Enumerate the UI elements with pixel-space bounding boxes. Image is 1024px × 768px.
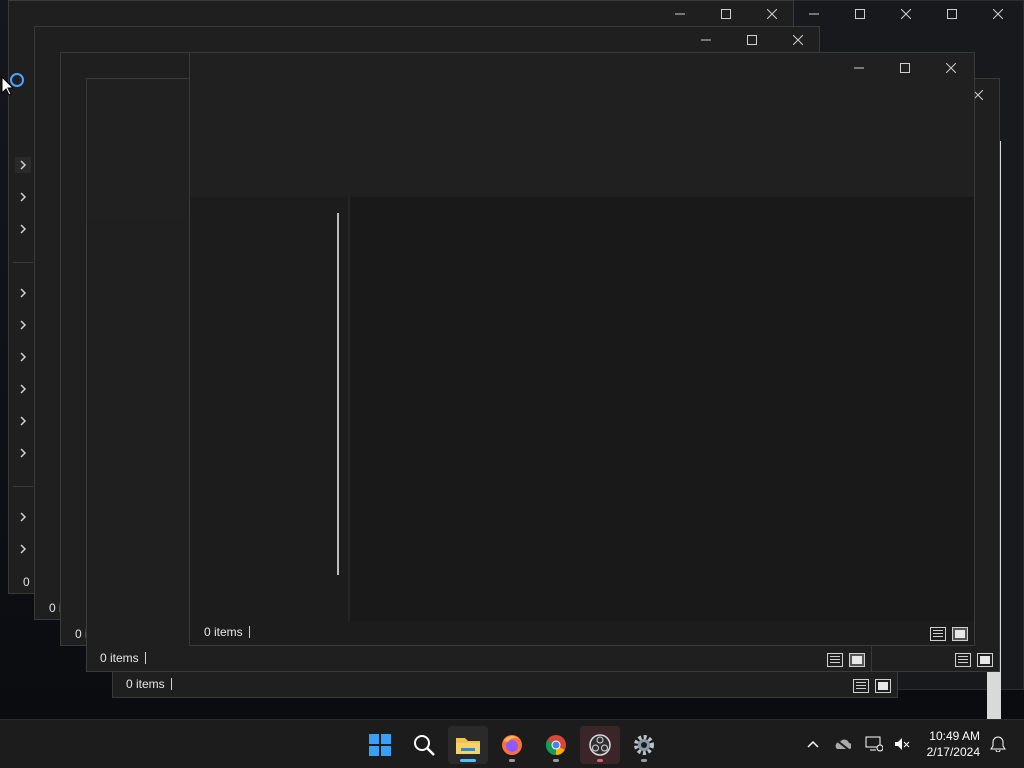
- view-buttons: [827, 653, 865, 667]
- status-bar: 0 items: [190, 619, 974, 645]
- active-indicator: [460, 759, 476, 762]
- large-icons-view-icon[interactable]: [849, 653, 865, 667]
- large-icons-view-icon[interactable]: [952, 627, 968, 641]
- network-icon[interactable]: [858, 736, 890, 752]
- running-indicator: [597, 759, 603, 762]
- chevron-right-icon[interactable]: [15, 381, 31, 397]
- status-item-count: 0 items: [204, 625, 243, 639]
- folder-icon: [456, 738, 480, 754]
- details-view-icon[interactable]: [853, 679, 869, 693]
- chevron-right-icon[interactable]: [15, 317, 31, 333]
- chevron-right-icon[interactable]: [15, 221, 31, 237]
- chevron-right-icon[interactable]: [15, 541, 31, 557]
- status-separator: [248, 626, 250, 638]
- chevron-right-icon[interactable]: [15, 509, 31, 525]
- clock-time: 10:49 AM: [929, 729, 980, 743]
- status-bar: 0 items: [113, 671, 897, 697]
- running-indicator: [641, 759, 647, 762]
- divider: [13, 262, 33, 263]
- clock[interactable]: 10:49 AM 2/17/2024: [927, 728, 980, 760]
- taskbar: 10:49 AM 2/17/2024: [0, 719, 1024, 768]
- running-indicator: [509, 759, 515, 762]
- search-icon: [414, 735, 435, 756]
- chevron-right-icon[interactable]: [15, 349, 31, 365]
- firefox-button[interactable]: [492, 726, 532, 764]
- maximize-button-2[interactable]: [929, 1, 975, 27]
- close-button[interactable]: [749, 1, 795, 27]
- search-button[interactable]: [404, 726, 444, 764]
- window-controls-2: [929, 1, 1021, 27]
- status-item-count: 0 items: [100, 651, 139, 665]
- system-tray: [800, 720, 914, 768]
- chevron-right-icon[interactable]: [15, 189, 31, 205]
- status-item-count: 0 items: [126, 677, 165, 691]
- minimize-button[interactable]: [657, 1, 703, 27]
- gear-icon: [634, 735, 654, 755]
- nav-scrollbar[interactable]: [337, 213, 339, 575]
- content-pane: [350, 197, 974, 621]
- nav-pane: [9, 149, 35, 589]
- divider: [13, 486, 33, 487]
- minimize-button[interactable]: [836, 55, 882, 81]
- status-separator: [170, 678, 172, 690]
- window-controls: [791, 1, 929, 27]
- minimize-button[interactable]: [683, 27, 729, 53]
- start-button[interactable]: [360, 726, 400, 764]
- close-button-2[interactable]: [975, 1, 1021, 27]
- maximize-button[interactable]: [729, 27, 775, 53]
- chevron-up-icon[interactable]: [800, 740, 826, 748]
- obs-studio-button[interactable]: [580, 726, 620, 764]
- settings-button[interactable]: [624, 726, 664, 764]
- close-button[interactable]: [928, 55, 974, 81]
- minimize-button[interactable]: [791, 1, 837, 27]
- details-view-icon[interactable]: [955, 653, 971, 667]
- close-button[interactable]: [775, 27, 821, 53]
- view-buttons: [955, 653, 993, 667]
- chevron-right-icon[interactable]: [15, 157, 31, 173]
- details-view-icon[interactable]: [930, 627, 946, 641]
- window-controls: [683, 27, 821, 53]
- chevron-right-icon[interactable]: [15, 445, 31, 461]
- file-explorer-button[interactable]: [448, 726, 488, 764]
- mouse-cursor-icon: [1, 75, 15, 101]
- view-buttons: [853, 679, 891, 693]
- maximize-button[interactable]: [703, 1, 749, 27]
- status-bar: 0 items: [87, 645, 871, 671]
- window-controls: [657, 1, 795, 27]
- clock-date: 2/17/2024: [926, 745, 980, 759]
- running-indicator: [553, 759, 559, 762]
- maximize-button[interactable]: [837, 1, 883, 27]
- onedrive-icon[interactable]: [826, 738, 858, 750]
- navigation-pane: [190, 197, 348, 621]
- window-controls: [836, 55, 974, 81]
- maximize-button[interactable]: [882, 55, 928, 81]
- chevron-right-icon[interactable]: [15, 413, 31, 429]
- notification-bell-icon[interactable]: [990, 736, 1006, 757]
- desktop: 0 0 i 0 items 0 i 0 items 0 items: [0, 0, 1024, 720]
- status-count-partial: 0: [23, 575, 30, 589]
- volume-muted-icon[interactable]: [890, 737, 914, 751]
- chrome-button[interactable]: [536, 726, 576, 764]
- windows-logo-icon: [369, 734, 391, 756]
- chrome-icon: [545, 735, 566, 756]
- firefox-icon: [502, 735, 522, 755]
- large-icons-view-icon[interactable]: [875, 679, 891, 693]
- details-view-icon[interactable]: [827, 653, 843, 667]
- close-button[interactable]: [883, 1, 929, 27]
- chevron-right-icon[interactable]: [15, 285, 31, 301]
- large-icons-view-icon[interactable]: [977, 653, 993, 667]
- obs-icon: [589, 734, 611, 756]
- view-buttons: [930, 627, 968, 641]
- explorer-window-front[interactable]: 0 items: [189, 52, 975, 646]
- status-separator: [144, 652, 146, 664]
